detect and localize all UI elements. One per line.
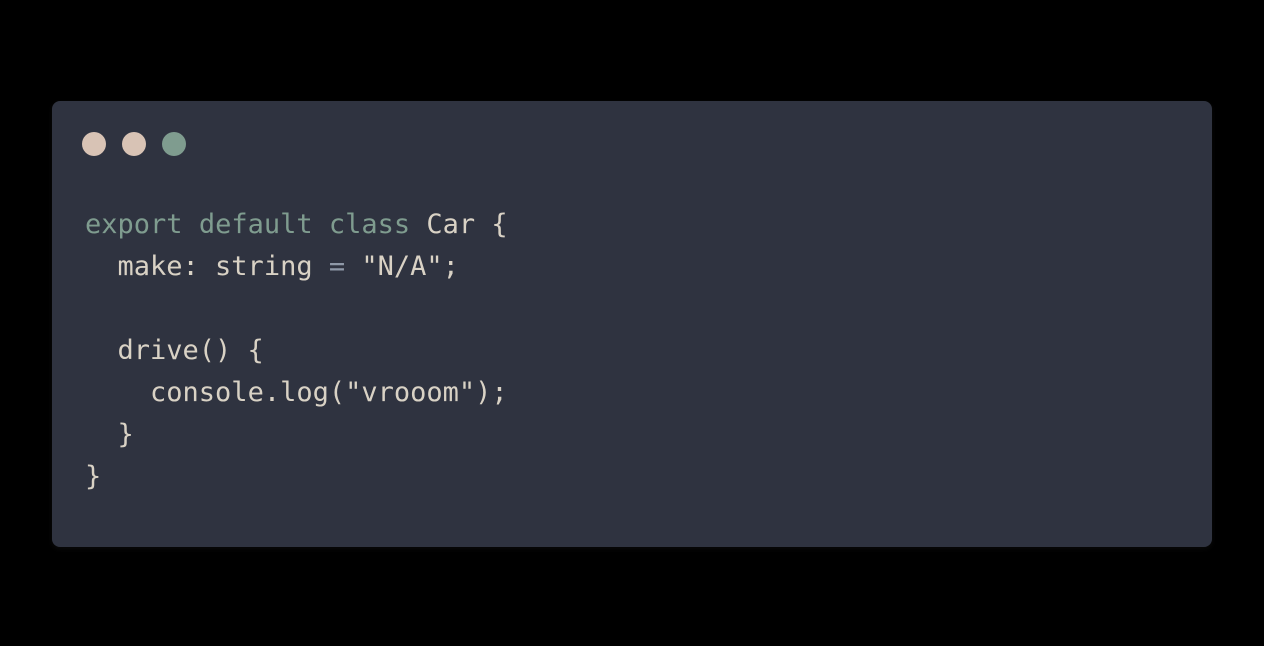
code-line-2: make: string = "N/A"; bbox=[85, 246, 508, 288]
keyword-default: default bbox=[198, 209, 313, 240]
minimize-button[interactable] bbox=[122, 132, 146, 156]
property-declaration: make: string bbox=[117, 251, 329, 282]
keyword-class: class bbox=[328, 209, 411, 240]
method-close-brace: } bbox=[117, 419, 134, 450]
code-line-4: drive() { bbox=[85, 330, 508, 372]
method-body: console.log("vrooom"); bbox=[150, 377, 508, 408]
window-controls bbox=[82, 132, 186, 156]
keyword-export: export bbox=[85, 209, 183, 240]
code-line-1: export default class Car { bbox=[85, 204, 508, 246]
property-value: "N/A"; bbox=[345, 251, 459, 282]
method-declaration: drive() { bbox=[117, 335, 264, 366]
maximize-button[interactable] bbox=[162, 132, 186, 156]
code-line-6: } bbox=[85, 414, 508, 456]
class-close-brace: } bbox=[85, 461, 102, 492]
code-window: export default class Car { make: string … bbox=[52, 101, 1212, 547]
code-block: export default class Car { make: string … bbox=[85, 204, 508, 498]
class-name: Car { bbox=[410, 209, 508, 240]
close-button[interactable] bbox=[82, 132, 106, 156]
code-line-7: } bbox=[85, 456, 508, 498]
assign-operator: = bbox=[328, 251, 346, 282]
code-line-5: console.log("vrooom"); bbox=[85, 372, 508, 414]
